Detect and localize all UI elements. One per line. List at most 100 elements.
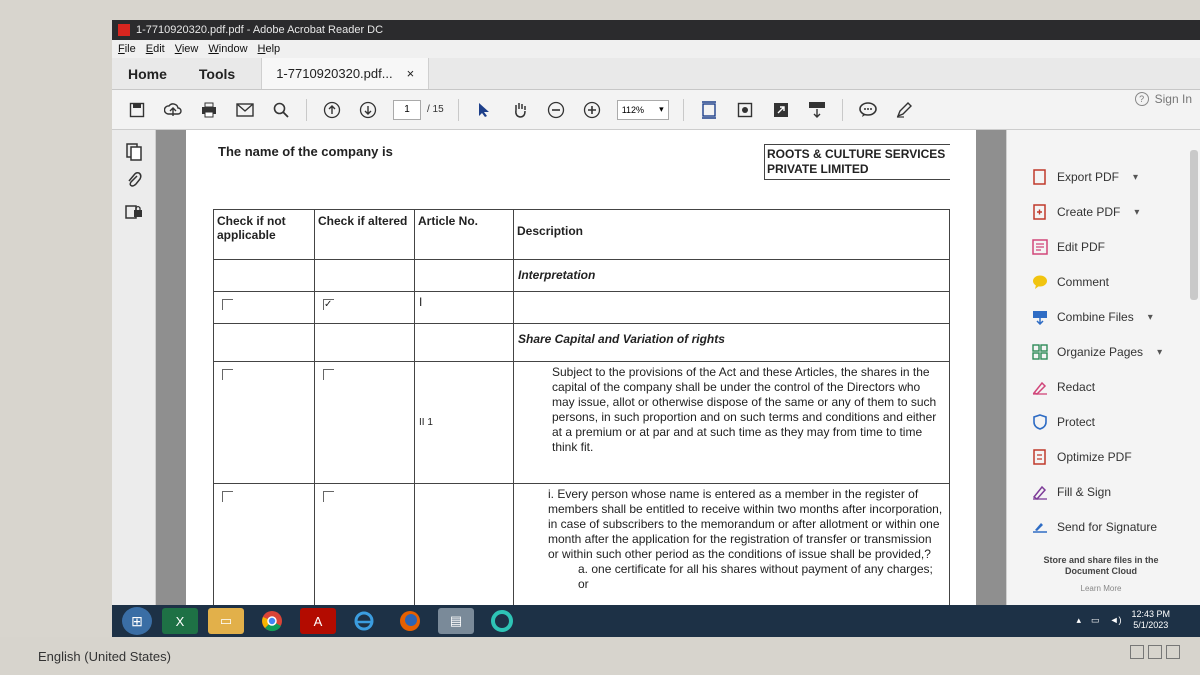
redact-icon bbox=[1031, 378, 1049, 396]
tool-organize-pages[interactable]: Organize Pages ▾ bbox=[1031, 341, 1162, 363]
settings-icon[interactable] bbox=[1148, 645, 1162, 659]
hand-icon[interactable] bbox=[509, 99, 531, 121]
chrome-icon[interactable] bbox=[254, 608, 290, 634]
attachment-icon[interactable] bbox=[124, 170, 144, 190]
document-tab-label: 1-7710920320.pdf... bbox=[276, 66, 393, 81]
section-interpretation: Interpretation bbox=[513, 259, 950, 292]
edit-pdf-icon bbox=[1031, 238, 1049, 256]
article-number: II 1 bbox=[414, 361, 514, 484]
menu-view[interactable]: View bbox=[175, 43, 199, 55]
header-description: Description bbox=[513, 209, 950, 260]
language-label[interactable]: English (United States) bbox=[38, 649, 171, 664]
tool-combine-files[interactable]: Combine Files ▾ bbox=[1031, 306, 1153, 328]
comment-icon bbox=[1031, 273, 1049, 291]
tool-redact[interactable]: Redact bbox=[1031, 376, 1095, 398]
help-icon[interactable] bbox=[1166, 645, 1180, 659]
ie-icon[interactable] bbox=[346, 608, 382, 634]
comment-icon[interactable] bbox=[857, 99, 879, 121]
zoom-in-icon[interactable] bbox=[581, 99, 603, 121]
tray-arrow-icon[interactable]: ▴ bbox=[1077, 615, 1082, 626]
tool-optimize-pdf[interactable]: Optimize PDF bbox=[1031, 446, 1132, 468]
print-icon[interactable] bbox=[198, 99, 220, 121]
rotate-icon[interactable] bbox=[734, 99, 756, 121]
tool-fill-sign[interactable]: Fill & Sign bbox=[1031, 481, 1111, 503]
zoom-select[interactable]: 112% ▾ bbox=[616, 99, 669, 120]
menu-edit[interactable]: Edit bbox=[146, 43, 165, 55]
start-icon[interactable]: ⊞ bbox=[122, 607, 152, 635]
tool-create-pdf[interactable]: Create PDF ▾ bbox=[1031, 201, 1139, 223]
tool-label: Fill & Sign bbox=[1057, 485, 1112, 499]
tool-comment[interactable]: Comment bbox=[1031, 271, 1109, 293]
table-cell bbox=[314, 483, 415, 614]
network-icon[interactable]: ▭ bbox=[1091, 615, 1100, 626]
chevron-down-icon: ▾ bbox=[1147, 311, 1153, 323]
excel-icon[interactable]: X bbox=[162, 608, 198, 634]
tool-export-pdf[interactable]: Export PDF ▾ bbox=[1031, 166, 1138, 188]
edge-icon[interactable] bbox=[484, 608, 520, 634]
tab-tools[interactable]: Tools bbox=[183, 66, 251, 82]
page-down-icon[interactable] bbox=[357, 99, 379, 121]
help-icon[interactable]: ? bbox=[1134, 92, 1149, 106]
fit-page-icon[interactable] bbox=[698, 99, 720, 121]
sign-in-area[interactable]: ? Sign In bbox=[1134, 90, 1192, 108]
select-arrow-icon[interactable] bbox=[473, 99, 495, 121]
chevron-down-icon: ▾ bbox=[1134, 206, 1140, 218]
page-number-input[interactable]: 1 bbox=[393, 99, 421, 120]
email-icon[interactable] bbox=[234, 99, 256, 121]
lock-document-icon[interactable] bbox=[124, 200, 144, 220]
table-row: II 1 Subject to the provisions of the Ac… bbox=[213, 361, 950, 484]
table-cell bbox=[414, 259, 514, 292]
table-cell bbox=[414, 323, 514, 362]
tool-edit-pdf[interactable]: Edit PDF bbox=[1031, 236, 1105, 258]
acrobat-icon[interactable]: A bbox=[300, 608, 336, 634]
system-tray: ▴ ▭ ◄) 12:43 PM 5/1/2023 bbox=[1077, 609, 1170, 631]
table-cell bbox=[513, 291, 950, 324]
volume-icon[interactable]: ◄) bbox=[1110, 615, 1122, 625]
page-up-icon[interactable] bbox=[321, 99, 343, 121]
not-applicable-checkbox[interactable] bbox=[222, 491, 233, 502]
notepad-icon[interactable]: ▤ bbox=[438, 608, 474, 634]
clock[interactable]: 12:43 PM 5/1/2023 bbox=[1131, 609, 1170, 631]
chevron-down-icon: ▾ bbox=[1157, 346, 1163, 358]
tool-label: Export PDF bbox=[1057, 170, 1120, 184]
not-applicable-checkbox[interactable] bbox=[222, 299, 233, 310]
combine-files-icon bbox=[1031, 308, 1049, 326]
table-row: ✓ I bbox=[213, 291, 950, 324]
optimize-pdf-icon bbox=[1031, 448, 1049, 466]
close-tab-icon[interactable]: × bbox=[407, 66, 415, 81]
tool-protect[interactable]: Protect bbox=[1031, 411, 1095, 433]
tab-document[interactable]: 1-7710920320.pdf... × bbox=[261, 58, 430, 89]
altered-checkbox[interactable] bbox=[323, 491, 334, 502]
company-label: The name of the company is bbox=[218, 144, 393, 159]
article-text-ii-1: Subject to the provisions of the Act and… bbox=[552, 365, 937, 454]
keyboard-icon[interactable] bbox=[1130, 645, 1144, 659]
article-text-i: i. Every person whose name is entered as… bbox=[548, 487, 943, 561]
pdf-page: The name of the company is ROOTS & CULTU… bbox=[186, 130, 976, 614]
scroll-icon[interactable] bbox=[806, 99, 828, 121]
menu-window[interactable]: Window bbox=[208, 43, 247, 55]
folder-icon[interactable]: ▭ bbox=[208, 608, 244, 634]
fullscreen-icon[interactable] bbox=[770, 99, 792, 121]
cloud-line-1: Store and share files in the bbox=[1043, 555, 1159, 565]
toolbar-separator bbox=[457, 98, 459, 121]
tab-home[interactable]: Home bbox=[112, 66, 183, 82]
learn-more-link[interactable]: Learn More bbox=[1021, 584, 1181, 593]
pen-icon[interactable] bbox=[893, 99, 915, 121]
menu-help[interactable]: Help bbox=[258, 43, 281, 55]
zoom-out-icon[interactable] bbox=[545, 99, 567, 121]
upload-icon[interactable] bbox=[162, 99, 184, 121]
menu-file[interactable]: File bbox=[118, 43, 136, 55]
tool-send-signature[interactable]: Send for Signature bbox=[1031, 516, 1157, 538]
altered-checkbox-checked[interactable]: ✓ bbox=[323, 299, 334, 310]
create-pdf-icon bbox=[1031, 203, 1049, 221]
search-icon[interactable] bbox=[270, 99, 292, 121]
firefox-icon[interactable] bbox=[392, 608, 428, 634]
save-icon[interactable] bbox=[126, 99, 148, 121]
bullet-item: Subject to the provisions of the Act and… bbox=[518, 365, 945, 455]
sign-in-link[interactable]: Sign In bbox=[1155, 92, 1192, 106]
altered-checkbox[interactable] bbox=[323, 369, 334, 380]
not-applicable-checkbox[interactable] bbox=[222, 369, 233, 380]
tools-pane-scrollbar[interactable] bbox=[1190, 150, 1198, 300]
table-cell bbox=[213, 291, 315, 324]
pages-thumbnail-icon[interactable] bbox=[124, 142, 144, 162]
